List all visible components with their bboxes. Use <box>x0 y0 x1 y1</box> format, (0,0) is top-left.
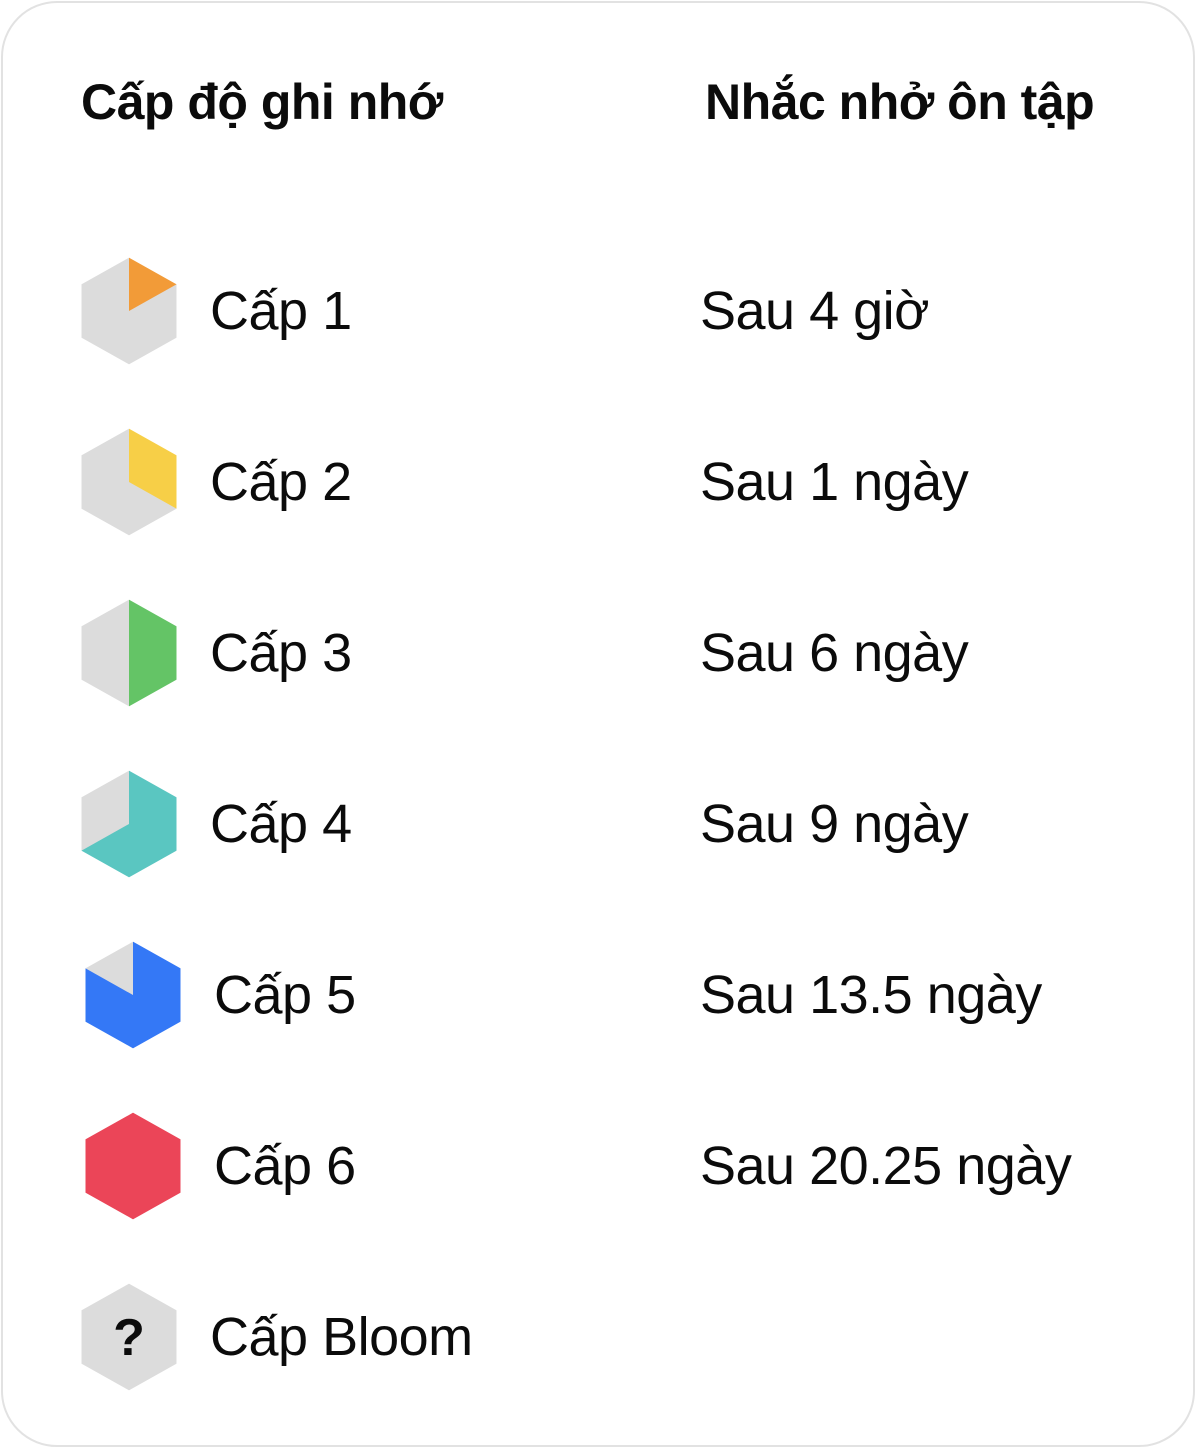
level-5-hexagon-icon <box>82 940 184 1050</box>
level-row: Cấp 3 Sau 6 ngày <box>0 598 1200 708</box>
level-row: Cấp 4 Sau 9 ngày <box>0 769 1200 879</box>
level-2-hexagon-icon <box>78 427 180 537</box>
reminder-label: Sau 1 ngày <box>700 452 969 512</box>
level-row: Cấp 1 Sau 4 giờ <box>0 256 1200 366</box>
level-label: Cấp 3 <box>210 623 352 683</box>
level-label: Cấp 1 <box>210 281 352 341</box>
reminder-label: Sau 13.5 ngày <box>700 965 1042 1025</box>
reminder-label: Sau 9 ngày <box>700 794 969 854</box>
header-review-reminder: Nhắc nhở ôn tập <box>705 74 1095 130</box>
reminder-label: Sau 4 giờ <box>700 281 930 341</box>
reminder-label: Sau 6 ngày <box>700 623 969 683</box>
level-row: ? Cấp Bloom <box>0 1282 1200 1392</box>
header-memory-level: Cấp độ ghi nhớ <box>81 74 443 130</box>
question-mark-hexagon-icon: ? <box>78 1282 180 1392</box>
level-1-hexagon-icon <box>78 256 180 366</box>
memory-levels-card: Cấp độ ghi nhớ Nhắc nhở ôn tập <box>1 1 1195 1447</box>
level-label: Cấp Bloom <box>210 1307 473 1367</box>
level-6-hexagon-icon <box>82 1111 184 1221</box>
level-row: Cấp 5 Sau 13.5 ngày <box>0 940 1200 1050</box>
level-row: Cấp 2 Sau 1 ngày <box>0 427 1200 537</box>
level-3-hexagon-icon <box>78 598 180 708</box>
reminder-label: Sau 20.25 ngày <box>700 1136 1072 1196</box>
level-4-hexagon-icon <box>78 769 180 879</box>
question-mark-symbol: ? <box>113 1309 145 1367</box>
level-label: Cấp 2 <box>210 452 352 512</box>
level-label: Cấp 6 <box>214 1136 356 1196</box>
level-row: Cấp 6 Sau 20.25 ngày <box>0 1111 1200 1221</box>
level-label: Cấp 5 <box>214 965 356 1025</box>
level-label: Cấp 4 <box>210 794 352 854</box>
